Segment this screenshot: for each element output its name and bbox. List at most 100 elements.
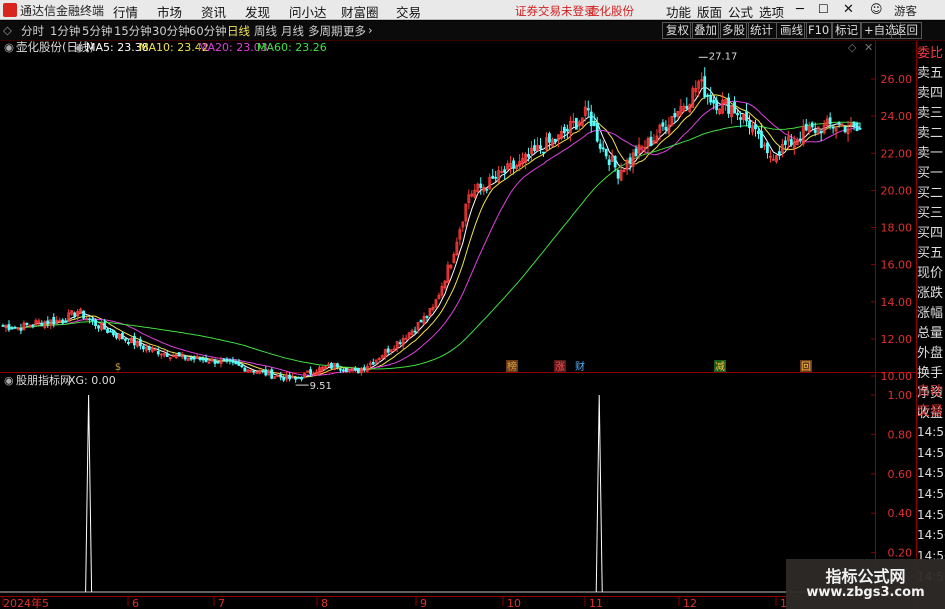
- period-tab-intraday[interactable]: 分时: [21, 23, 44, 39]
- draw-line-button[interactable]: 画线: [776, 22, 807, 39]
- guest-label[interactable]: 游客: [894, 3, 917, 19]
- candle: [419, 319, 423, 323]
- candle: [664, 126, 668, 131]
- adjust-button[interactable]: 复权: [662, 22, 693, 39]
- back-button[interactable]: 返回: [891, 22, 922, 39]
- period-tab-monthly[interactable]: 月线: [281, 23, 304, 39]
- candle: [852, 121, 856, 127]
- candle: [228, 359, 232, 362]
- period-tab-daily[interactable]: 日线: [227, 23, 250, 39]
- candle: [512, 160, 516, 169]
- event-marker[interactable]: $: [115, 362, 121, 373]
- toolbar-menu-icon[interactable]: ◇: [3, 23, 12, 37]
- candle: [371, 361, 375, 365]
- candle: [31, 324, 35, 327]
- menu-quotes[interactable]: 行情: [113, 2, 138, 21]
- candle: [300, 376, 304, 380]
- period-tab-15min[interactable]: 15分钟: [114, 23, 152, 39]
- period-tab-1min[interactable]: 1分钟: [50, 23, 80, 39]
- candle: [19, 328, 23, 331]
- candle: [165, 353, 169, 357]
- login-warning[interactable]: 证券交易未登录: [515, 3, 596, 19]
- candle: [757, 130, 760, 135]
- ma-menu-icon[interactable]: ◉: [74, 41, 84, 54]
- candle: [252, 370, 256, 373]
- minimize-icon[interactable]: ─: [796, 2, 804, 17]
- candle: [837, 122, 841, 125]
- chart-close-icon[interactable]: ✕: [864, 41, 873, 54]
- f10-button[interactable]: F10: [804, 22, 834, 39]
- quote-sidebar: 委比 卖五 卖四 卖三 卖二 卖一 买一 买二 买三 买四 买五 现价 涨跌 涨幅 总量 外盘 换手 净资 收益: [917, 44, 945, 424]
- event-marker[interactable]: 榜: [507, 360, 517, 373]
- event-marker[interactable]: 涨: [555, 361, 565, 373]
- sidebar-trade-label[interactable]: 交易: [917, 402, 945, 422]
- menu-formula[interactable]: 公式: [728, 2, 753, 21]
- statistics-button[interactable]: 统计: [746, 22, 777, 39]
- candle: [270, 369, 274, 379]
- candle: [539, 145, 542, 149]
- indicator-tick-label: 0.60: [888, 468, 913, 481]
- sidebar-time: 14:55: [917, 466, 945, 481]
- menu-function[interactable]: 功能: [666, 2, 691, 21]
- mark-button[interactable]: 标记: [831, 22, 862, 39]
- menu-market[interactable]: 市场: [157, 2, 182, 21]
- indicator-tick-label: 0.80: [888, 428, 913, 441]
- candle: [7, 324, 11, 331]
- menu-discover[interactable]: 发现: [245, 2, 270, 21]
- y-tick-label: 18.00: [881, 222, 913, 235]
- candle: [213, 359, 217, 364]
- sidebar-quote-label: 卖三: [917, 106, 944, 121]
- candle: [739, 117, 742, 120]
- menu-news[interactable]: 资讯: [201, 2, 226, 21]
- more-chevron-icon[interactable]: ›: [368, 23, 373, 37]
- candle: [548, 133, 551, 143]
- chart-menu-icon[interactable]: ◉: [4, 40, 14, 54]
- event-marker[interactable]: 财: [575, 360, 585, 373]
- sidebar-quote-label: 换手: [917, 366, 944, 381]
- sidebar-trade-label[interactable]: 自动: [917, 382, 945, 402]
- overlay-button[interactable]: 叠加: [690, 22, 721, 39]
- current-stock-name: 壶化股份: [588, 4, 634, 18]
- candle: [225, 358, 229, 361]
- event-marker[interactable]: 回: [801, 361, 811, 373]
- event-marker[interactable]: 减: [715, 361, 725, 373]
- candle: [124, 338, 127, 341]
- candle: [754, 124, 757, 130]
- candle: [413, 330, 417, 333]
- sidebar-quote-label: 买五: [917, 246, 944, 261]
- period-tab-multi[interactable]: 多周期: [308, 23, 343, 39]
- period-tab-5min[interactable]: 5分钟: [82, 23, 112, 39]
- candle: [112, 330, 115, 336]
- candle: [703, 76, 707, 98]
- sidebar-quote-label: 涨跌: [917, 286, 944, 301]
- chart-diamond-icon[interactable]: ◇: [848, 41, 857, 54]
- sidebar-quote-label: 外盘: [917, 346, 944, 361]
- candle: [344, 368, 348, 373]
- candle: [503, 169, 507, 173]
- candle: [192, 356, 196, 360]
- candle: [25, 322, 29, 326]
- sidebar-quote-label: 买一: [917, 166, 944, 181]
- period-tab-60min[interactable]: 60分钟: [189, 23, 227, 39]
- candle: [91, 319, 94, 322]
- indicator-menu-icon[interactable]: ◉: [4, 374, 14, 387]
- period-tab-30min[interactable]: 30分钟: [152, 23, 190, 39]
- chart-area[interactable]: 26.00 24.00 22.00 20.00 18.00 16.00 14.00 12.00…: [0, 40, 945, 609]
- sidebar-quote-label: 总量: [917, 326, 944, 341]
- multi-stock-button[interactable]: 多股: [718, 22, 749, 39]
- user-icon[interactable]: ☺: [870, 2, 883, 16]
- menu-wealth[interactable]: 财富圈: [341, 2, 379, 21]
- menu-layout[interactable]: 版面: [697, 2, 722, 21]
- sidebar-quote-label: 买二: [917, 186, 944, 201]
- maximize-icon[interactable]: ☐: [818, 2, 829, 16]
- close-icon[interactable]: ✕: [843, 2, 854, 17]
- period-tab-more[interactable]: 更多: [343, 23, 366, 39]
- candle: [661, 122, 665, 127]
- menu-ask[interactable]: 问小达: [289, 2, 327, 21]
- candle: [565, 128, 569, 132]
- menu-trade[interactable]: 交易: [396, 2, 421, 21]
- sidebar-time: 14:55: [917, 445, 945, 460]
- menu-options[interactable]: 选项: [759, 2, 784, 21]
- period-tab-weekly[interactable]: 周线: [254, 23, 277, 39]
- candle: [216, 361, 220, 364]
